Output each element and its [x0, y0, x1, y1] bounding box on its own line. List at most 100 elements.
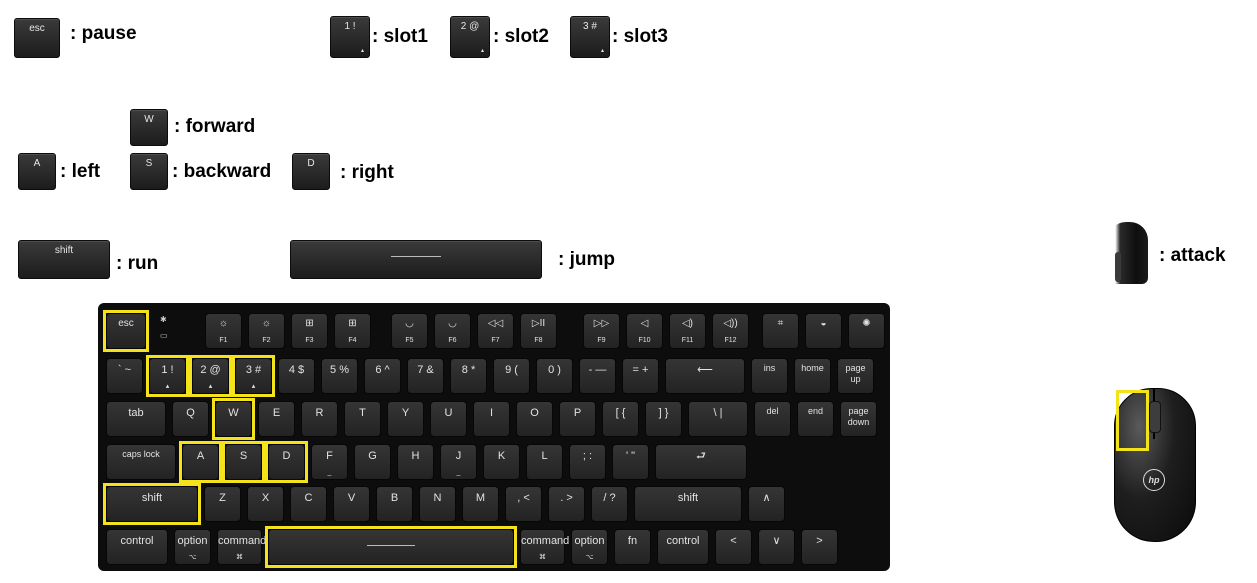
key-sublabel: F4 — [348, 337, 357, 344]
key-1-8: 8 * — [450, 358, 487, 394]
key-2-9: O — [516, 401, 553, 437]
key-label: ◁◁ — [487, 318, 504, 329]
key-label: S — [239, 450, 248, 462]
key-4-3: C — [290, 486, 327, 522]
key-2-16: page down — [840, 401, 877, 437]
key-sublabel: F2 — [262, 337, 271, 344]
key-label: ∨ — [772, 535, 781, 547]
key-sublabel: ▴ — [208, 383, 213, 390]
key-label: ◡ — [405, 318, 414, 329]
key-3-9: L — [526, 444, 563, 480]
key-1-6: 6 ^ — [364, 358, 401, 394]
key-1-15: home — [794, 358, 831, 394]
key-label: W — [228, 407, 239, 419]
key-2-7: U — [430, 401, 467, 437]
key-2-6: Y — [387, 401, 424, 437]
bluetooth-led-icon: ✱ — [160, 315, 167, 324]
key-4-9: . > — [548, 486, 585, 522]
key-sublabel: F1 — [219, 337, 228, 344]
key-label: ◒ — [820, 318, 827, 329]
key-label: N — [433, 492, 442, 504]
key-label: ⌗ — [777, 318, 784, 329]
key-label: ; : — [582, 450, 593, 462]
key-0-9: ▷▷ F9 — [583, 313, 620, 349]
space-bar-line — [391, 256, 441, 257]
key-5-4: command ⌘ — [520, 529, 569, 565]
legend-key-3: 3 # ▴ — [570, 16, 610, 58]
legend-label-forward: : forward — [174, 116, 256, 137]
key-label: ⊞ — [348, 318, 357, 329]
key-4-7: M — [462, 486, 499, 522]
key-4-1: Z — [204, 486, 241, 522]
legend-key-d: D — [292, 153, 330, 190]
legend-key-1-sub: ▴ — [360, 48, 364, 54]
key-label: ▷▷ — [593, 318, 610, 329]
legend-key-1-label: 1 ! — [344, 21, 356, 32]
key-label: , < — [517, 492, 530, 504]
key-label: 7 & — [417, 364, 434, 376]
legend-key-a-label: A — [33, 158, 41, 169]
key-sublabel: F8 — [534, 337, 543, 344]
key-sublabel: ⌘ — [236, 554, 243, 561]
key-label: ins — [763, 363, 776, 373]
key-1-16: page up — [837, 358, 874, 394]
key-0-2: ☼ F2 — [248, 313, 285, 349]
legend-label-right: : right — [340, 162, 394, 183]
key-sublabel: _ — [456, 469, 461, 476]
key-1-14: ins — [751, 358, 788, 394]
key-label: control — [666, 535, 700, 547]
key-label: ⟵ — [697, 364, 713, 376]
key-sublabel: F9 — [597, 337, 606, 344]
key-label: Y — [401, 407, 410, 419]
key-sublabel: F11 — [681, 337, 694, 344]
key-4-2: X — [247, 486, 284, 522]
key-sublabel: F5 — [405, 337, 414, 344]
key-5-0: control — [106, 529, 168, 565]
key-1-9: 9 ( — [493, 358, 530, 394]
key-label: M — [475, 492, 486, 504]
key-label: Z — [219, 492, 226, 504]
key-3-12: ⮐ — [655, 444, 747, 480]
key-label: U — [444, 407, 453, 419]
key-4-6: N — [419, 486, 456, 522]
key-1-2: 2 @ ▴ — [192, 358, 229, 394]
key-label: 4 $ — [288, 364, 305, 376]
key-label: Q — [186, 407, 195, 419]
key-label: control — [120, 535, 154, 547]
key-5-7: control — [657, 529, 709, 565]
key-1-11: - — — [579, 358, 616, 394]
key-2-2: W — [215, 401, 252, 437]
legend-key-s-label: S — [145, 158, 153, 169]
key-label: T — [359, 407, 366, 419]
key-2-10: P — [559, 401, 596, 437]
legend-label-slot2: : slot2 — [493, 26, 549, 47]
key-5-9: ∨ — [758, 529, 795, 565]
key-0-4: ⊞ F4 — [334, 313, 371, 349]
key-sublabel: ⌥ — [585, 554, 594, 561]
key-label: X — [261, 492, 270, 504]
key-label: home — [801, 363, 824, 373]
key-label: [ { — [615, 407, 626, 419]
key-0-8: ▷II F8 — [520, 313, 557, 349]
key-2-12: ] } — [645, 401, 682, 437]
key-label: 3 # — [245, 364, 262, 376]
legend-label-left: : left — [60, 161, 101, 182]
legend-label-run: : run — [116, 253, 159, 274]
key-label: end — [807, 406, 824, 416]
key-3-4: F _ — [311, 444, 348, 480]
key-1-10: 0 ) — [536, 358, 573, 394]
key-label: J — [455, 450, 462, 462]
keyboard: ✱ ▭ esc ☼ F1 ☼ F2 ⊞ F3 ⊞ F4 ◡ F5 ◡ F6 ◁◁ F7 ▷II F8 ▷▷ F9 ◁ F… — [98, 303, 890, 571]
key-label: 6 ^ — [375, 364, 390, 376]
key-label: P — [573, 407, 582, 419]
key-label: E — [272, 407, 281, 419]
key-label: ✺ — [862, 318, 871, 329]
key-label: / ? — [603, 492, 616, 504]
key-0-15: ✺ — [848, 313, 885, 349]
key-3-3: D — [268, 444, 305, 480]
key-5-1: option ⌥ — [174, 529, 211, 565]
key-5-3 — [268, 529, 514, 565]
legend-label-pause: : pause — [70, 23, 137, 44]
key-sublabel: ⌘ — [539, 554, 546, 561]
key-label: del — [766, 406, 779, 416]
